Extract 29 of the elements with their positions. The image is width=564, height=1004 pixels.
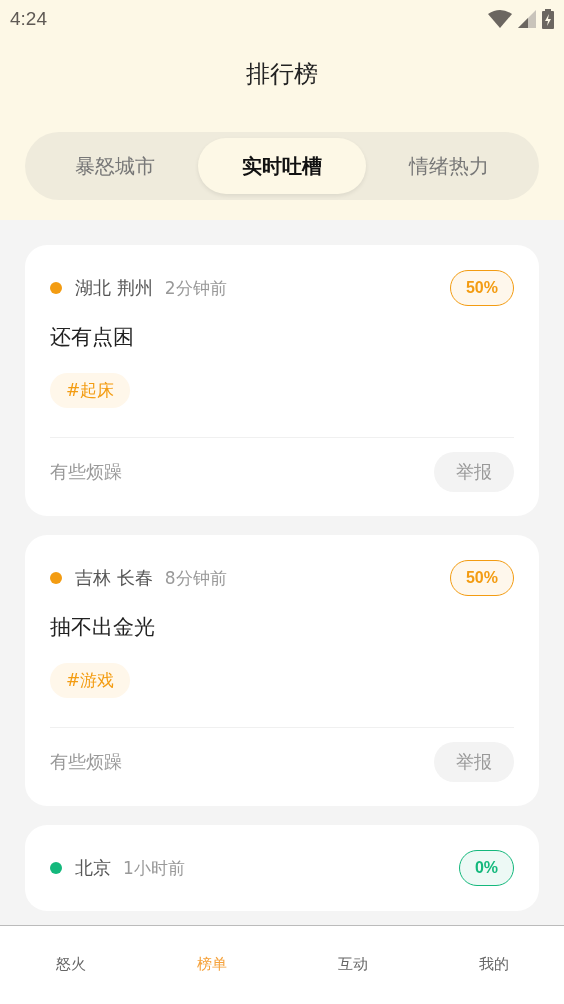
post-time: 1小时前 xyxy=(123,856,185,880)
post-text: 抽不出金光 xyxy=(50,614,156,641)
post-time: 2分钟前 xyxy=(164,276,227,300)
tab[interactable]: 实时吐槽 xyxy=(198,138,366,194)
status-time: 4:24 xyxy=(10,8,47,30)
percent-badge: 0% xyxy=(458,850,514,886)
topic-tag[interactable]: #起床 xyxy=(50,373,131,408)
location: 湖北 荆州 xyxy=(75,276,153,300)
location: 吉林 长春 xyxy=(75,566,153,590)
location: 北京 xyxy=(75,856,111,880)
page-title: 排行榜 xyxy=(245,59,319,90)
signal-icon xyxy=(518,10,536,28)
report-button[interactable]: 举报 xyxy=(434,452,514,492)
report-button[interactable]: 举报 xyxy=(434,742,514,782)
tab[interactable]: 情绪热力 xyxy=(365,138,533,194)
nav-item[interactable]: 互动 xyxy=(282,926,423,1004)
topic-tag[interactable]: #游戏 xyxy=(50,663,131,698)
wifi-icon xyxy=(488,10,512,28)
percent-badge: 50% xyxy=(449,270,514,306)
post-time: 8分钟前 xyxy=(164,566,227,590)
nav-item[interactable]: 我的 xyxy=(423,926,564,1004)
nav-item[interactable]: 怒火 xyxy=(0,926,141,1004)
tab[interactable]: 暴怒城市 xyxy=(31,138,199,194)
post-text: 还有点困 xyxy=(50,324,135,351)
mood-label: 有些烦躁 xyxy=(50,460,122,484)
battery-icon xyxy=(542,9,554,29)
percent-badge: 50% xyxy=(449,560,514,596)
mood-label: 有些烦躁 xyxy=(50,750,122,774)
nav-item[interactable]: 榜单 xyxy=(141,926,282,1004)
